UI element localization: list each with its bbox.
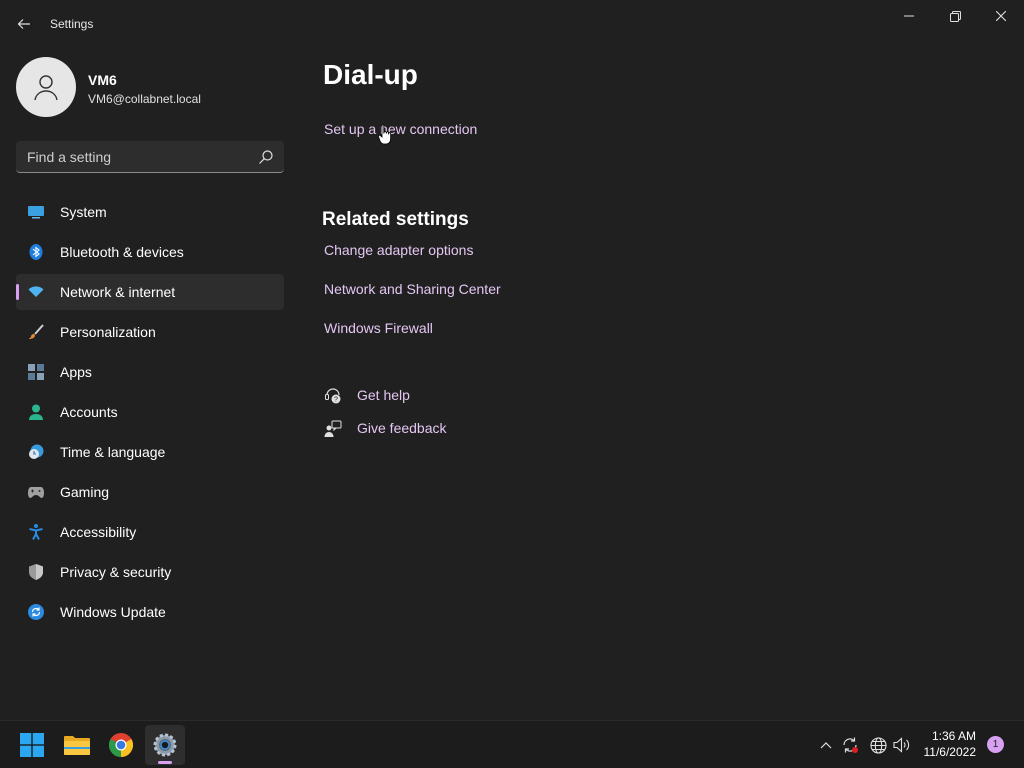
user-name: VM6: [88, 72, 117, 88]
apps-icon: [28, 364, 44, 380]
sidebar-item-network[interactable]: Network & internet: [16, 274, 284, 310]
sidebar-item-label: Time & language: [60, 444, 166, 460]
clock-time[interactable]: 1:36 AM: [920, 729, 976, 743]
brush-icon: [28, 324, 44, 340]
sidebar-item-label: System: [60, 204, 107, 220]
close-icon: [996, 11, 1006, 21]
hand-cursor-icon: [378, 124, 391, 145]
volume-tray-button[interactable]: [892, 735, 912, 755]
maximize-button[interactable]: [932, 0, 978, 32]
user-email: VM6@collabnet.local: [88, 92, 201, 106]
sidebar-item-label: Privacy & security: [60, 564, 172, 580]
page-title: Dial-up: [323, 59, 418, 90]
start-button[interactable]: [12, 725, 52, 765]
sidebar-item-personalization[interactable]: Personalization: [16, 314, 284, 350]
sidebar-nav: System Bluetooth & devices Network & int…: [16, 194, 284, 634]
sidebar-item-label: Gaming: [60, 484, 110, 500]
close-button[interactable]: [978, 0, 1024, 32]
avatar[interactable]: [16, 57, 76, 117]
sidebar-item-windows-update[interactable]: Windows Update: [16, 594, 284, 630]
settings-button[interactable]: [145, 725, 185, 765]
taskbar: [0, 720, 1024, 768]
give-feedback-link[interactable]: Give feedback: [323, 419, 447, 439]
wifi-icon: [28, 284, 44, 300]
file-explorer-button[interactable]: [57, 725, 97, 765]
sidebar-item-accounts[interactable]: Accounts: [16, 394, 284, 430]
help-icon: ?: [323, 386, 343, 406]
network-tray-button[interactable]: [868, 735, 888, 755]
sidebar-item-label: Accounts: [60, 404, 118, 420]
sync-tray-button[interactable]: [840, 735, 860, 755]
sidebar-item-bluetooth[interactable]: Bluetooth & devices: [16, 234, 284, 270]
search-box[interactable]: Find a setting: [16, 141, 284, 173]
sidebar-item-privacy-security[interactable]: Privacy & security: [16, 554, 284, 590]
sidebar-item-gaming[interactable]: Gaming: [16, 474, 284, 510]
accessibility-icon: [28, 524, 44, 540]
volume-icon: [893, 737, 910, 753]
windows-firewall-link[interactable]: Windows Firewall: [324, 320, 433, 336]
sidebar-item-accessibility[interactable]: Accessibility: [16, 514, 284, 550]
give-feedback-label[interactable]: Give feedback: [357, 420, 447, 436]
person-icon: [34, 75, 58, 101]
clock-globe-icon: [28, 444, 44, 460]
start-icon: [20, 733, 44, 757]
person-icon: [28, 404, 44, 420]
svg-text:?: ?: [334, 397, 338, 404]
sidebar-item-time-language[interactable]: Time & language: [16, 434, 284, 470]
show-hidden-icons-button[interactable]: [816, 735, 836, 755]
restore-icon: [949, 10, 961, 22]
network-globe-icon: [869, 736, 887, 754]
title-bar: Settings: [0, 0, 1024, 48]
update-icon: [28, 604, 44, 620]
system-icon: [28, 204, 44, 220]
sync-icon: [843, 737, 858, 753]
notification-badge[interactable]: 1: [987, 736, 1004, 753]
search-icon[interactable]: [258, 149, 274, 165]
sidebar-item-system[interactable]: System: [16, 194, 284, 230]
get-help-link[interactable]: ? Get help: [323, 386, 410, 406]
selection-indicator: [16, 284, 19, 300]
back-arrow-icon: [17, 19, 30, 29]
minimize-button[interactable]: [886, 0, 932, 32]
file-explorer-icon: [64, 736, 90, 755]
minimize-icon: [904, 15, 914, 17]
sidebar-item-label: Accessibility: [60, 524, 137, 540]
gamepad-icon: [28, 484, 44, 500]
change-adapter-options-link[interactable]: Change adapter options: [324, 242, 473, 258]
active-app-indicator: [158, 761, 172, 764]
setup-new-connection-link[interactable]: Set up a new connection: [324, 121, 477, 137]
sidebar-item-label: Apps: [60, 364, 92, 380]
search-input[interactable]: Find a setting: [27, 149, 111, 165]
chrome-icon: [109, 733, 133, 757]
get-help-label[interactable]: Get help: [357, 387, 410, 403]
sidebar-item-label: Personalization: [60, 324, 156, 340]
back-button[interactable]: [12, 12, 36, 36]
chevron-up-icon: [820, 742, 832, 749]
app-title: Settings: [50, 17, 94, 31]
feedback-icon: [323, 419, 343, 439]
related-settings-title: Related settings: [322, 209, 469, 230]
shield-icon: [28, 564, 44, 580]
sidebar-item-label: Windows Update: [60, 604, 166, 620]
settings-icon: [153, 733, 177, 757]
network-sharing-center-link[interactable]: Network and Sharing Center: [324, 281, 501, 297]
bluetooth-icon: [28, 244, 44, 260]
chrome-button[interactable]: [101, 725, 141, 765]
clock-date[interactable]: 11/6/2022: [920, 745, 977, 759]
sidebar-item-label: Network & internet: [60, 284, 176, 300]
sidebar-item-label: Bluetooth & devices: [60, 244, 184, 260]
sidebar-item-apps[interactable]: Apps: [16, 354, 284, 390]
